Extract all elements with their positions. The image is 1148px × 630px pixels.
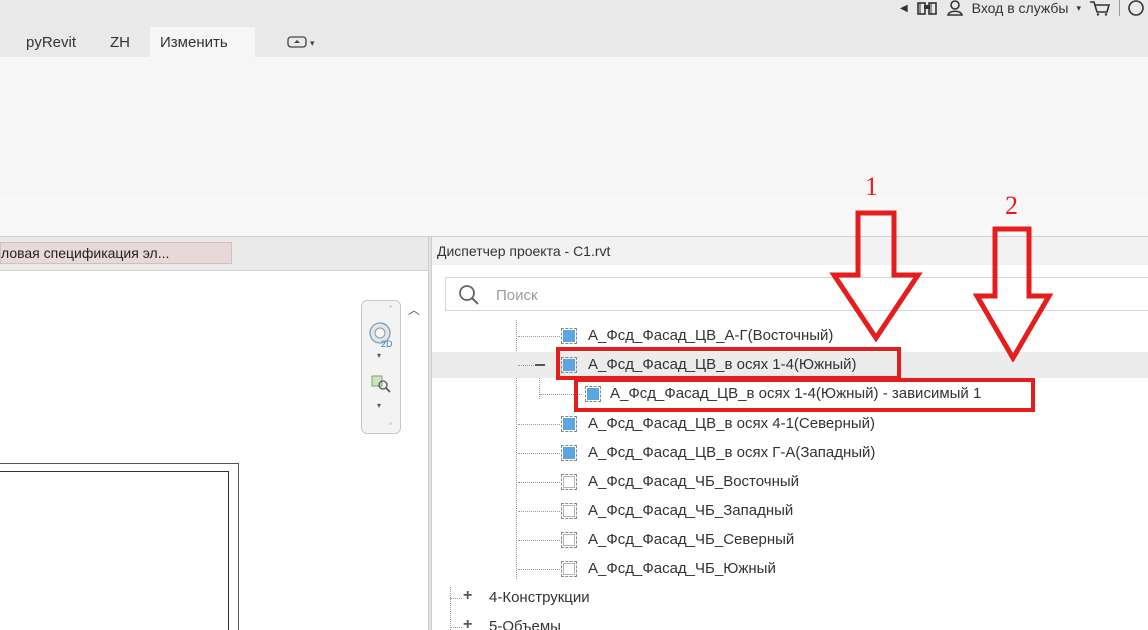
steering-wheel-2d-icon[interactable]: 2D (368, 321, 396, 354)
tree-item-view[interactable]: А_Фсд_Фасад_ЧБ_Восточный (432, 469, 1148, 495)
tree-connector (450, 598, 462, 599)
expand-icon[interactable]: + (463, 616, 472, 630)
ribbon-minimize-toggle[interactable]: ▾ (287, 36, 315, 50)
tree-item-view[interactable]: А_Фсд_Фасад_ЧБ_Северный (432, 527, 1148, 553)
tree-item-label: А_Фсд_Фасад_ЧБ_Южный (588, 560, 776, 577)
chevron-down-icon: ▾ (310, 37, 315, 48)
tree-item-label: А_Фсд_Фасад_ЧБ_Восточный (588, 473, 800, 490)
elevation-view-icon (561, 474, 577, 490)
svg-text:2D: 2D (381, 339, 393, 349)
expand-icon[interactable]: + (463, 587, 472, 605)
help-icon[interactable] (1128, 0, 1144, 16)
annotation-box-1 (556, 347, 901, 380)
navigation-bar: ◦ 2D ▾ ▾ ◦ (361, 300, 401, 434)
tree-connector (518, 569, 560, 570)
tree-item-view[interactable]: А_Фсд_Фасад_ЧБ_Южный (432, 556, 1148, 582)
tree-connector (518, 540, 560, 541)
tree-connector (450, 627, 462, 628)
elevation-view-icon (561, 445, 577, 461)
sign-in-label[interactable]: Вход в службы (972, 0, 1069, 16)
sign-in-dropdown-arrow[interactable]: ▾ (1076, 3, 1081, 14)
cart-icon[interactable] (1089, 0, 1111, 16)
zoom-region-icon[interactable] (371, 373, 391, 398)
tree-item-label: А_Фсд_Фасад_ЦВ_А-Г(Восточный) (588, 327, 834, 344)
ribbon-panel (0, 57, 1148, 199)
info-center-bar: ◀ Вход в службы ▾ (0, 0, 1148, 27)
tab-pyrevit[interactable]: pyRevit (16, 27, 86, 57)
tree-connector (518, 453, 560, 454)
elevation-view-icon (561, 416, 577, 432)
tree-connector (518, 365, 536, 366)
tree-item-view[interactable]: А_Фсд_Фасад_ЦВ_в осях Г-А(Западный) (432, 440, 1148, 466)
tree-connector (518, 482, 560, 483)
revit-window: ◀ Вход в службы ▾ pyRevit ZH Изменить ▾ … (0, 0, 1148, 630)
view-tab-schedule[interactable]: ловая спецификация эл... (0, 242, 232, 264)
tree-item-label: А_Фсд_Фасад_ЧБ_Северный (588, 531, 795, 548)
info-center-group: ◀ Вход в службы ▾ (900, 0, 1148, 16)
tree-group-label: 4-Конструкции (489, 589, 590, 606)
chevron-down-icon[interactable]: ▾ (377, 351, 381, 360)
elevation-view-icon (561, 561, 577, 577)
nav-bar-settings-icon[interactable]: ◦ (389, 419, 392, 428)
tree-item-view[interactable]: А_Фсд_Фасад_ЧБ_Западный (432, 498, 1148, 524)
collapse-icon[interactable] (535, 364, 545, 366)
elevation-view-icon (561, 328, 577, 344)
search-input[interactable] (494, 284, 798, 306)
tab-modify[interactable]: Изменить (150, 27, 255, 57)
topbar-divider (1119, 0, 1120, 16)
tree-group-label: 5-Объемы (489, 618, 561, 630)
tree-connector (518, 424, 560, 425)
expand-left-icon[interactable]: ◀ (900, 3, 908, 14)
tree-group[interactable]: + 5-Объемы (432, 614, 1148, 630)
annotation-arrow-1 (829, 210, 923, 342)
annotation-arrow-2 (973, 226, 1053, 362)
tree-item-view[interactable]: А_Фсд_Фасад_ЦВ_в осях 4-1(Северный) (432, 411, 1148, 437)
ribbon-tab-bar: pyRevit ZH Изменить ▾ (0, 27, 1148, 57)
annotation-number-2: 2 (1005, 191, 1018, 220)
annotation-box-2 (574, 378, 1035, 412)
tree-connector (518, 336, 560, 337)
binoculars-icon[interactable] (916, 0, 938, 16)
ribbon-panel-icon (287, 36, 307, 50)
tree-item-label: А_Фсд_Фасад_ЦВ_в осях Г-А(Западный) (588, 444, 876, 461)
tree-item-label: А_Фсд_Фасад_ЧБ_Западный (588, 502, 794, 519)
view-tab-strip: ловая спецификация эл... (0, 237, 432, 271)
tree-item-label: А_Фсд_Фасад_ЦВ_в осях 4-1(Северный) (588, 415, 876, 432)
user-icon[interactable] (946, 0, 964, 16)
tab-zh[interactable]: ZH (100, 27, 140, 57)
search-icon (458, 284, 480, 311)
close-nav-bar-icon[interactable]: ◦ (389, 302, 392, 311)
elevation-view-icon (561, 503, 577, 519)
tree-connector (518, 511, 560, 512)
annotation-number-1: 1 (865, 172, 878, 201)
chevron-down-icon[interactable]: ▾ (377, 401, 381, 410)
sheet-border-inner (0, 471, 229, 630)
drawing-canvas[interactable]: ︿ ◦ 2D ▾ ▾ ◦ (0, 271, 428, 630)
tree-group[interactable]: + 4-Конструкции (432, 585, 1148, 611)
scroll-up-arrow[interactable]: ︿ (404, 301, 424, 317)
elevation-view-icon (561, 532, 577, 548)
